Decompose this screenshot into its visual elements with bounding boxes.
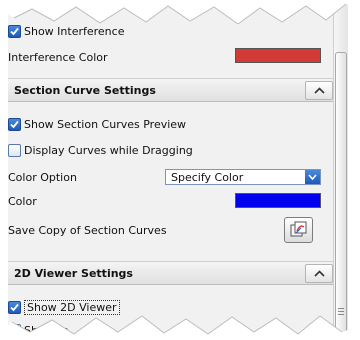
- section-curve-settings-title: Section Curve Settings: [14, 83, 156, 97]
- show-section-preview-checkbox[interactable]: [8, 118, 21, 131]
- save-copy-label: Save Copy of Section Curves: [8, 224, 167, 237]
- show-interference-label: Show Interference: [24, 25, 125, 38]
- display-curves-dragging-checkbox[interactable]: [8, 144, 21, 157]
- chevron-up-icon: [313, 87, 325, 94]
- color-option-select[interactable]: Specify Color: [165, 169, 321, 185]
- chevron-down-icon[interactable]: [305, 170, 320, 184]
- checkmark-icon: [10, 27, 19, 36]
- chevron-up-icon: [313, 270, 325, 277]
- interference-color-swatch[interactable]: [235, 48, 321, 63]
- section-color-row: Color: [8, 195, 37, 208]
- show-section-preview-row[interactable]: Show Section Curves Preview: [8, 118, 186, 131]
- show-interference-row[interactable]: Show Interference: [8, 25, 124, 38]
- torn-edge-top: [0, 0, 360, 24]
- interference-color-row: Interference Color: [8, 51, 108, 64]
- display-curves-dragging-row[interactable]: Display Curves while Dragging: [8, 144, 193, 157]
- section-curve-settings-header[interactable]: Section Curve Settings: [8, 78, 333, 102]
- color-option-label: Color Option: [8, 171, 77, 184]
- viewer-2d-settings-header[interactable]: 2D Viewer Settings: [8, 261, 333, 285]
- section-color-label: Color: [8, 195, 37, 208]
- section-color-swatch[interactable]: [235, 193, 321, 208]
- collapse-viewer-2d-button[interactable]: [305, 264, 333, 283]
- checkmark-icon: [10, 120, 19, 129]
- color-option-value: Specify Color: [171, 170, 244, 184]
- collapse-section-curve-button[interactable]: [305, 81, 333, 100]
- display-curves-dragging-label: Display Curves while Dragging: [24, 144, 193, 157]
- save-copy-section-curves-icon: [290, 221, 306, 237]
- scrollbar-thumb[interactable]: [335, 52, 347, 339]
- show-interference-checkbox[interactable]: [8, 25, 21, 38]
- save-copy-button[interactable]: [284, 217, 313, 243]
- save-copy-row: Save Copy of Section Curves: [8, 224, 167, 237]
- color-option-row: Color Option: [8, 171, 77, 184]
- interference-color-label: Interference Color: [8, 51, 108, 64]
- torn-edge-bottom: [0, 315, 360, 340]
- viewer-2d-settings-title: 2D Viewer Settings: [14, 266, 133, 280]
- show-section-preview-label: Show Section Curves Preview: [24, 118, 187, 131]
